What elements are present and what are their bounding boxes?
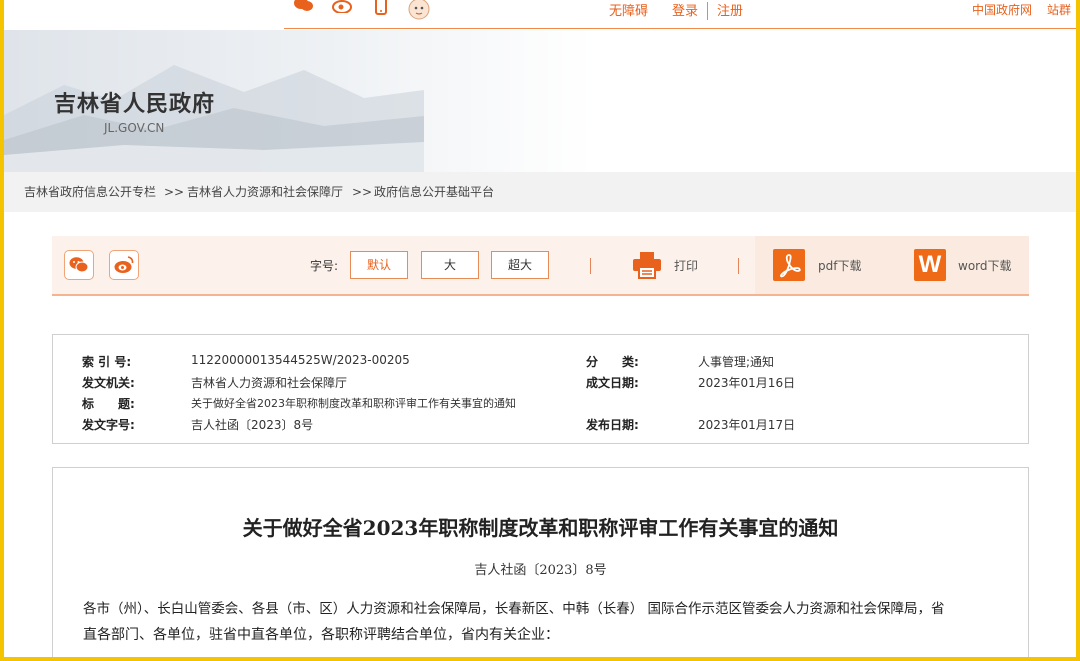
font-size-large-button[interactable]: 大 [421, 251, 479, 279]
meta-label: 成文日期: [586, 376, 639, 390]
word-download-button[interactable]: word下载 [958, 257, 1012, 274]
article-toolbar: 字号: 默认 大 超大 打印 pdf下载 W word下载 [52, 236, 1029, 296]
breadcrumb-item[interactable]: 政府信息公开基础平台 [374, 172, 494, 212]
page-frame: 无障碍 登录 注册 中国政府网 站群 吉林省人民政府 JL.GOV.CN 吉林省… [4, 0, 1076, 657]
top-bar-divider [284, 28, 1076, 29]
body-line: 各市（州）、长白山管委会、各县（市、区）人力资源和社会保障局，长春新区、中韩（长… [83, 601, 945, 617]
toolbar-separator [590, 258, 591, 274]
document-body: 各市（州）、长白山管委会、各县（市、区）人力资源和社会保障局，长春新区、中韩（长… [83, 596, 1003, 648]
header-banner: 吉林省人民政府 JL.GOV.CN [4, 30, 1076, 172]
meta-value-doc-no: 吉人社函〔2023〕8号 [191, 418, 314, 432]
meta-value-title: 关于做好全省2023年职称制度改革和职称评审工作有关事宜的通知 [191, 397, 516, 410]
top-bar: 无障碍 登录 注册 中国政府网 站群 [4, 0, 1076, 28]
font-size-label: 字号: [310, 259, 339, 273]
register-link[interactable]: 注册 [717, 0, 743, 19]
pdf-download-button[interactable]: pdf下载 [818, 257, 861, 274]
word-icon[interactable]: W [914, 249, 946, 281]
document-content: 关于做好全省2023年职称制度改革和职称评审工作有关事宜的通知 吉人社函〔202… [52, 467, 1029, 657]
top-separator [707, 2, 708, 20]
breadcrumb-separator: >> [352, 185, 373, 199]
login-link[interactable]: 登录 [672, 0, 698, 19]
gov-portal-link[interactable]: 中国政府网 [972, 1, 1032, 18]
site-domain: JL.GOV.CN [104, 121, 165, 135]
download-area: pdf下载 W word下载 [755, 236, 1029, 294]
meta-label: 发布日期: [586, 418, 639, 432]
breadcrumb-separator: >> [164, 185, 185, 199]
meta-value-created: 2023年01月16日 [698, 376, 796, 390]
mobile-icon[interactable] [375, 0, 387, 20]
document-number: 吉人社函〔2023〕8号 [474, 563, 607, 578]
wechat-icon[interactable] [294, 0, 314, 15]
meta-label: 发文机关: [82, 376, 135, 390]
meta-label: 标 题: [82, 397, 135, 411]
breadcrumb-item[interactable]: 吉林省政府信息公开专栏 [24, 172, 156, 212]
meta-value-index-no: 11220000013544525W/2023-00205 [191, 353, 410, 367]
body-line: 直各部门、各单位，驻省中直各单位，各职称评聘结合单位，省内有关企业： [83, 627, 559, 643]
document-title: 关于做好全省2023年职称制度改革和职称评审工作有关事宜的通知 [242, 516, 839, 540]
mascot-icon[interactable] [408, 0, 430, 24]
meta-label: 发文字号: [82, 418, 135, 432]
meta-label: 分 类: [586, 355, 639, 369]
toolbar-separator [738, 258, 739, 274]
font-size-default-button[interactable]: 默认 [350, 251, 408, 279]
pdf-icon[interactable] [773, 249, 805, 281]
wechat-share-icon[interactable] [64, 250, 94, 280]
site-group-link[interactable]: 站群 [1047, 1, 1071, 18]
breadcrumb-item[interactable]: 吉林省人力资源和社会保障厅 [187, 172, 343, 212]
breadcrumb: 吉林省政府信息公开专栏 >> 吉林省人力资源和社会保障厅 >> 政府信息公开基础… [4, 172, 1076, 212]
site-title[interactable]: 吉林省人民政府 [54, 86, 215, 118]
weibo-share-icon[interactable] [109, 250, 139, 280]
printer-icon[interactable] [632, 250, 662, 280]
print-button[interactable]: 打印 [674, 257, 698, 274]
meta-value-issuer: 吉林省人力资源和社会保障厅 [191, 376, 348, 390]
font-size-xlarge-button[interactable]: 超大 [491, 251, 549, 279]
meta-value-category: 人事管理;通知 [698, 355, 775, 369]
meta-value-published: 2023年01月17日 [698, 418, 796, 432]
meta-label: 索 引 号: [82, 355, 132, 369]
document-meta-table: 索 引 号: 11220000013544525W/2023-00205 分 类… [52, 334, 1029, 444]
weibo-icon[interactable] [332, 0, 354, 17]
accessibility-link[interactable]: 无障碍 [609, 0, 648, 19]
